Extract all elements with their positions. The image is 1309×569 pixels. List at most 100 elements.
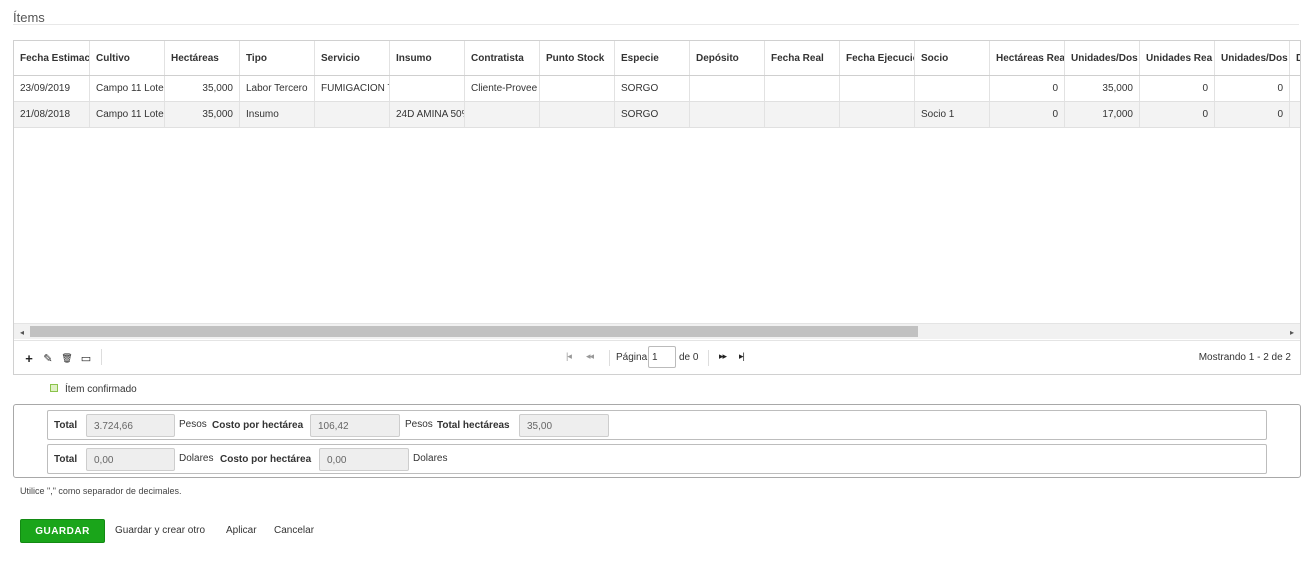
table-cell: 0 bbox=[1140, 76, 1215, 101]
table-cell bbox=[540, 102, 615, 127]
table-cell: 21/08/2018 bbox=[14, 102, 90, 127]
column-header[interactable]: Depósito bbox=[690, 41, 765, 75]
table-cell: 0 bbox=[1140, 102, 1215, 127]
column-header[interactable]: Cultivo bbox=[90, 41, 165, 75]
prev-page-icon[interactable]: ◂◂ bbox=[586, 351, 594, 362]
grid-header: Fecha Estimac Cultivo Hectáreas Tipo Servici… bbox=[14, 41, 1300, 76]
total-pesos-field[interactable]: 3.724,66 bbox=[86, 414, 175, 437]
table-cell: Socio 1 bbox=[915, 102, 990, 127]
cost-per-hectare-dolares-field[interactable]: 0,00 bbox=[319, 448, 409, 471]
table-cell: SORGO bbox=[615, 76, 690, 101]
table-cell bbox=[1290, 76, 1300, 101]
table-cell: 0 bbox=[990, 76, 1065, 101]
table-cell: 24D AMINA 50% bbox=[390, 102, 465, 127]
scrollbar-thumb[interactable] bbox=[30, 326, 918, 337]
next-page-icon[interactable]: ▸▸ bbox=[719, 351, 727, 362]
table-row[interactable]: 23/09/2019 Campo 11 Lote 35,000 Labor Terce… bbox=[14, 76, 1300, 102]
cancel-link[interactable]: Cancelar bbox=[274, 525, 314, 536]
table-cell: 0 bbox=[1215, 102, 1290, 127]
table-cell bbox=[840, 102, 915, 127]
page-label: Página bbox=[616, 352, 648, 363]
totals-dolares-row: Total 0,00 Dolares Costo por hectárea 0,… bbox=[47, 444, 1267, 474]
table-cell bbox=[765, 76, 840, 101]
currency-label: Pesos bbox=[179, 419, 207, 430]
table-cell bbox=[1290, 102, 1300, 127]
table-cell: 35,000 bbox=[165, 102, 240, 127]
column-header[interactable]: Hectáreas Rea bbox=[990, 41, 1065, 75]
column-header[interactable]: Fecha Real bbox=[765, 41, 840, 75]
legend: Ítem confirmado bbox=[50, 383, 137, 395]
total-dolares-field[interactable]: 0,00 bbox=[86, 448, 175, 471]
scroll-left-icon[interactable]: ◂ bbox=[14, 324, 30, 340]
column-header[interactable]: Servicio bbox=[315, 41, 390, 75]
section-title: Ítems bbox=[13, 10, 45, 25]
column-header[interactable]: Fecha Estimac bbox=[14, 41, 90, 75]
column-header[interactable]: Hectáreas bbox=[165, 41, 240, 75]
column-header[interactable]: Punto Stock bbox=[540, 41, 615, 75]
column-header[interactable]: Unidades/Dos bbox=[1065, 41, 1140, 75]
table-cell: 35,000 bbox=[165, 76, 240, 101]
table-cell bbox=[690, 76, 765, 101]
table-cell: 0 bbox=[990, 102, 1065, 127]
total-label: Total bbox=[54, 454, 78, 465]
table-cell bbox=[540, 76, 615, 101]
totals-panel: Total 3.724,66 Pesos Costo por hectárea … bbox=[13, 404, 1301, 478]
table-row[interactable]: 21/08/2018 Campo 11 Lote 35,000 Insumo 24D A… bbox=[14, 102, 1300, 128]
currency-label: Pesos bbox=[405, 419, 433, 430]
save-button[interactable]: GUARDAR bbox=[20, 519, 105, 543]
cost-per-hectare-label: Costo por hectárea bbox=[220, 454, 312, 465]
decimal-hint: Utilice "," como separador de decimales. bbox=[20, 486, 182, 496]
total-hectares-label: Total hectáreas bbox=[437, 420, 510, 431]
table-cell bbox=[840, 76, 915, 101]
page-input[interactable] bbox=[648, 346, 676, 368]
horizontal-scrollbar[interactable]: ◂ ▸ bbox=[14, 323, 1300, 339]
column-header[interactable]: Contratista bbox=[465, 41, 540, 75]
table-cell: SORGO bbox=[615, 102, 690, 127]
table-cell bbox=[690, 102, 765, 127]
column-header[interactable]: Tipo bbox=[240, 41, 315, 75]
column-header[interactable]: Socio bbox=[915, 41, 990, 75]
edit-icon[interactable]: ✎ bbox=[41, 351, 55, 365]
column-header[interactable]: D bbox=[1290, 41, 1300, 75]
scroll-right-icon[interactable]: ▸ bbox=[1284, 324, 1300, 340]
cost-per-hectare-pesos-field[interactable]: 106,42 bbox=[310, 414, 400, 437]
column-header[interactable]: Fecha Ejecució bbox=[840, 41, 915, 75]
table-cell bbox=[465, 102, 540, 127]
currency-label: Dolares bbox=[179, 453, 214, 464]
total-label: Total bbox=[54, 420, 78, 431]
view-icon[interactable]: ▭ bbox=[79, 351, 93, 365]
column-header[interactable]: Unidades Rea bbox=[1140, 41, 1215, 75]
table-cell: Insumo bbox=[240, 102, 315, 127]
totals-pesos-row: Total 3.724,66 Pesos Costo por hectárea … bbox=[47, 410, 1267, 440]
add-icon[interactable]: + bbox=[22, 351, 36, 366]
table-cell bbox=[390, 76, 465, 101]
column-header[interactable]: Insumo bbox=[390, 41, 465, 75]
table-cell: Cliente-Provee bbox=[465, 76, 540, 101]
table-cell bbox=[765, 102, 840, 127]
pager-divider bbox=[609, 350, 610, 366]
table-cell bbox=[915, 76, 990, 101]
cost-per-hectare-label: Costo por hectárea bbox=[212, 420, 304, 431]
column-header[interactable]: Unidades/Dos bbox=[1215, 41, 1290, 75]
total-hectares-field[interactable]: 35,00 bbox=[519, 414, 609, 437]
trash-icon[interactable]: 🗑 bbox=[60, 351, 74, 365]
apply-link[interactable]: Aplicar bbox=[226, 525, 257, 536]
items-grid: Fecha Estimac Cultivo Hectáreas Tipo Servici… bbox=[13, 40, 1301, 375]
first-page-icon[interactable]: |◂ bbox=[566, 351, 572, 362]
grid-pager: + ✎ 🗑 ▭ |◂ ◂◂ Página de 0 ▸▸ ▸| Mostrand… bbox=[14, 340, 1300, 374]
records-info: Mostrando 1 - 2 de 2 bbox=[1198, 352, 1291, 363]
confirmed-swatch bbox=[50, 383, 58, 392]
table-cell bbox=[315, 102, 390, 127]
column-header[interactable]: Especie bbox=[615, 41, 690, 75]
toolbar-divider bbox=[101, 349, 102, 365]
table-cell: Campo 11 Lote bbox=[90, 102, 165, 127]
table-cell: Labor Tercero bbox=[240, 76, 315, 101]
table-cell: FUMIGACION T bbox=[315, 76, 390, 101]
table-cell: 17,000 bbox=[1065, 102, 1140, 127]
last-page-icon[interactable]: ▸| bbox=[739, 351, 745, 362]
pager-divider bbox=[708, 350, 709, 366]
save-and-new-link[interactable]: Guardar y crear otro bbox=[115, 525, 205, 536]
page-count: de 0 bbox=[679, 352, 699, 363]
table-cell: Campo 11 Lote bbox=[90, 76, 165, 101]
table-cell: 0 bbox=[1215, 76, 1290, 101]
